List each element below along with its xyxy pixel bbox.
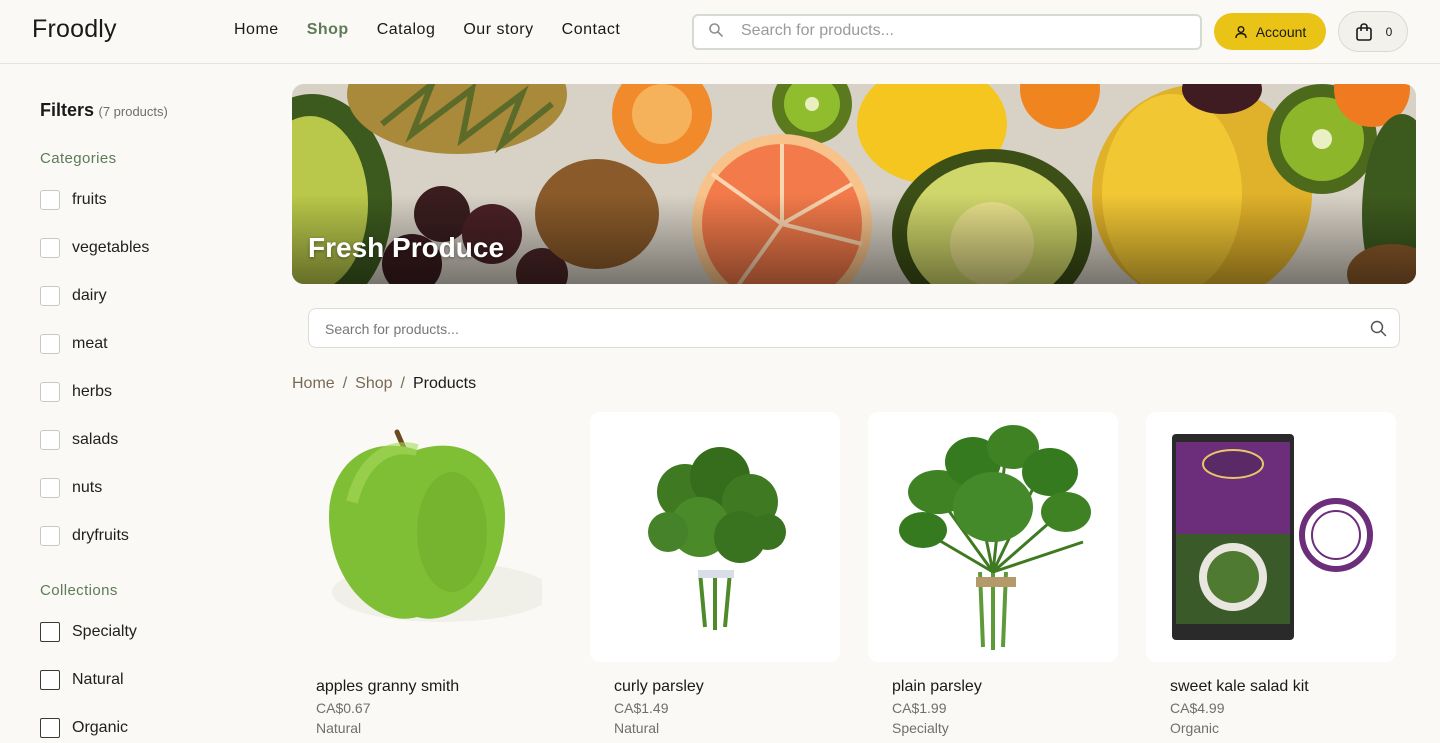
collection-organic[interactable]: Organic (40, 717, 128, 739)
product-image[interactable] (868, 412, 1118, 662)
product-price: CA$1.49 (614, 700, 669, 716)
filters-heading: Filters (7 products) (40, 100, 168, 121)
category-dryfruits[interactable]: dryfruits (40, 525, 129, 547)
category-label: meat (72, 335, 108, 352)
checkbox[interactable] (40, 286, 60, 306)
category-herbs[interactable]: herbs (40, 381, 112, 403)
collections-title: Collections (40, 582, 118, 599)
site-header: Froodly Home Shop Catalog Our story Cont… (0, 0, 1440, 64)
product-collection: Natural (316, 720, 362, 736)
product-collection: Specialty (892, 720, 949, 736)
salad-kit-bag-icon (1172, 434, 1373, 640)
breadcrumb-current: Products (412, 375, 477, 392)
flat-parsley-icon (899, 425, 1091, 650)
search-icon (709, 23, 723, 37)
nav-catalog[interactable]: Catalog (377, 21, 436, 39)
nav-our-story[interactable]: Our story (463, 21, 533, 39)
site-logo[interactable]: Froodly (32, 15, 117, 44)
cart-button[interactable]: 0 (1338, 11, 1408, 52)
product-search-input[interactable] (325, 321, 1325, 337)
header-search-input[interactable] (741, 22, 1181, 40)
product-collection: Natural (614, 720, 660, 736)
collection-natural[interactable]: Natural (40, 669, 124, 691)
header-search-box (692, 14, 1202, 50)
checkbox[interactable] (40, 670, 60, 690)
checkbox[interactable] (40, 238, 60, 258)
collection-specialty[interactable]: Specialty (40, 621, 137, 643)
breadcrumb-shop[interactable]: Shop (355, 375, 392, 393)
product-name[interactable]: apples granny smith (316, 678, 459, 696)
breadcrumb-separator: / (400, 375, 405, 392)
shopping-bag-icon (1355, 22, 1372, 41)
collection-label: Specialty (72, 623, 137, 640)
filters-count: (7 products) (98, 104, 168, 119)
green-apple-icon (328, 429, 542, 622)
category-label: dryfruits (72, 527, 129, 544)
collection-label: Natural (72, 671, 124, 688)
checkbox[interactable] (40, 478, 60, 498)
category-label: vegetables (72, 239, 150, 256)
breadcrumb: Home / Shop / Products (292, 375, 476, 393)
breadcrumb-separator: / (342, 375, 348, 392)
product-image[interactable] (1146, 412, 1396, 662)
product-card[interactable]: apples granny smith CA$0.67 Natural (292, 412, 542, 736)
hero-banner: Fresh Produce (292, 84, 1416, 284)
category-nuts[interactable]: nuts (40, 477, 102, 499)
product-collection: Organic (1170, 720, 1220, 736)
category-label: herbs (72, 383, 113, 400)
collection-label: Organic (72, 719, 129, 736)
product-price: CA$4.99 (1170, 700, 1225, 716)
checkbox[interactable] (40, 622, 60, 642)
hero-title: Fresh Produce (308, 232, 505, 263)
category-salads[interactable]: salads (40, 429, 118, 451)
nav-home[interactable]: Home (234, 21, 279, 39)
checkbox[interactable] (40, 382, 60, 402)
category-label: salads (72, 431, 119, 448)
checkbox[interactable] (40, 430, 60, 450)
category-label: fruits (72, 191, 107, 208)
product-name[interactable]: sweet kale salad kit (1170, 678, 1309, 696)
filters-title: Filters (40, 100, 95, 120)
product-search-box (308, 308, 1400, 348)
product-name[interactable]: curly parsley (614, 678, 704, 696)
product-card[interactable]: sweet kale salad kit CA$4.99 Organic (1146, 412, 1396, 736)
category-fruits[interactable]: fruits (40, 189, 107, 211)
product-price: CA$1.99 (892, 700, 947, 716)
account-button[interactable]: Account (1214, 13, 1326, 50)
category-vegetables[interactable]: vegetables (40, 237, 149, 259)
checkbox[interactable] (40, 190, 60, 210)
product-image[interactable] (292, 412, 542, 662)
breadcrumb-home[interactable]: Home (292, 375, 335, 393)
nav-contact[interactable]: Contact (562, 21, 621, 39)
nav-shop[interactable]: Shop (307, 21, 349, 39)
category-label: nuts (72, 479, 103, 496)
main-nav: Home Shop Catalog Our story Contact (234, 21, 620, 39)
checkbox[interactable] (40, 526, 60, 546)
product-card[interactable]: curly parsley CA$1.49 Natural (590, 412, 840, 736)
checkbox[interactable] (40, 334, 60, 354)
categories-title: Categories (40, 150, 117, 167)
curly-parsley-icon (648, 447, 786, 630)
account-label: Account (1255, 23, 1307, 40)
cart-count: 0 (1385, 24, 1393, 39)
product-card[interactable]: plain parsley CA$1.99 Specialty (868, 412, 1118, 736)
product-image[interactable] (590, 412, 840, 662)
product-price: CA$0.67 (316, 700, 371, 716)
checkbox[interactable] (40, 718, 60, 738)
category-label: dairy (72, 287, 107, 304)
product-name[interactable]: plain parsley (892, 678, 982, 696)
search-icon[interactable] (1370, 320, 1387, 337)
category-meat[interactable]: meat (40, 333, 108, 355)
category-dairy[interactable]: dairy (40, 285, 107, 307)
user-icon (1235, 25, 1247, 38)
